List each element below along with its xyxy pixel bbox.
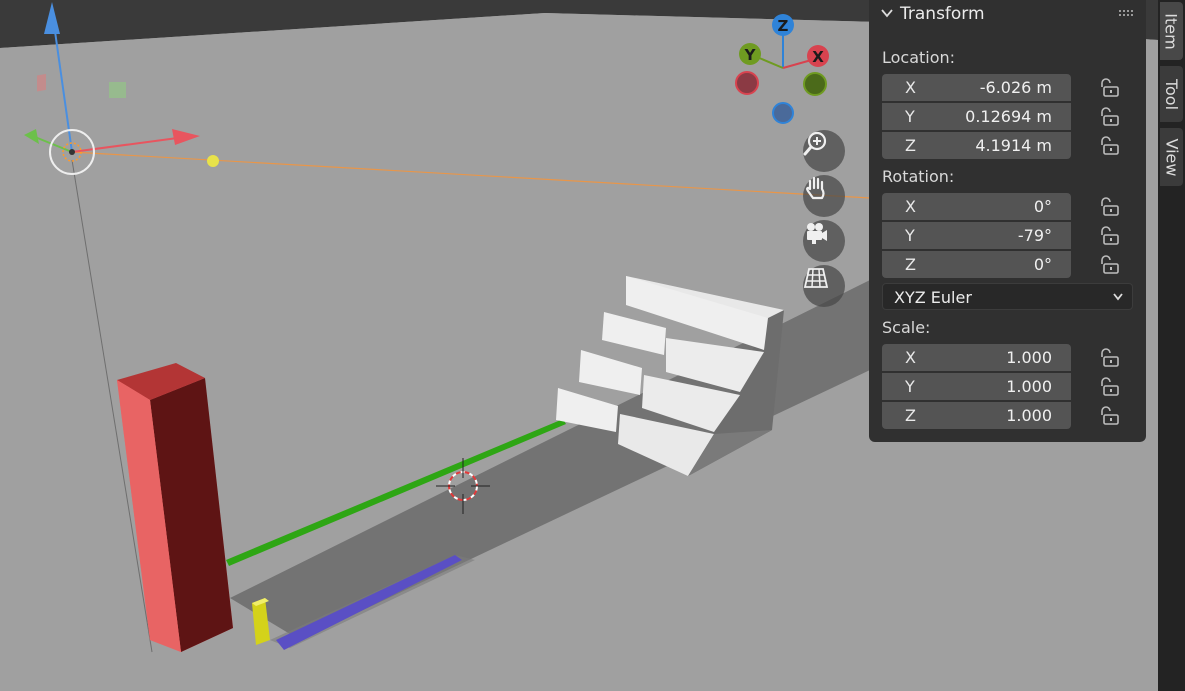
scale-x-field[interactable]: X 1.000 [882,344,1071,371]
location-z-axis: Z [905,136,916,155]
rotation-label: Rotation: [882,167,955,186]
gizmo-x-negative[interactable] [735,71,759,95]
lock-icon[interactable] [1097,225,1119,247]
rotation-z-value: 0° [1033,255,1052,274]
location-y-axis: Y [905,107,915,126]
hand-icon [806,176,825,200]
panel-title: Transform [900,4,985,24]
gizmo-z-negative[interactable] [772,102,794,124]
scale-y-value: 1.000 [1006,377,1052,396]
rotation-x-value: 0° [1033,197,1052,216]
location-x-axis: X [905,78,916,97]
gizmo-y-negative[interactable] [803,72,827,96]
grid-icon [803,268,829,288]
camera-view-button[interactable] [803,220,845,262]
scale-label: Scale: [882,318,931,337]
rotation-z-axis: Z [905,255,916,274]
scale-z-axis: Z [905,406,916,425]
chevron-down-icon [1113,293,1123,301]
transform-panel-header[interactable]: Transform [869,0,1146,30]
lock-icon[interactable] [1097,405,1119,427]
location-x-value: -6.026 m [979,78,1052,97]
scale-y-axis: Y [905,377,915,396]
light-plane-handle-green[interactable] [109,82,126,98]
zoom-button[interactable] [803,130,845,172]
location-y-value: 0.12694 m [965,107,1052,126]
rotation-mode-select[interactable]: XYZ Euler [882,283,1133,310]
scale-y-field[interactable]: Y 1.000 [882,373,1071,400]
rotation-mode-value: XYZ Euler [894,288,972,307]
zoom-in-icon [803,131,827,156]
transform-panel: Transform Location: X -6.026 m Y 0.12694… [869,0,1146,442]
rotation-z-field[interactable]: Z 0° [882,251,1071,278]
gizmo-z-label: Z [778,17,789,35]
location-z-field[interactable]: Z 4.1914 m [882,132,1071,159]
tab-tool-label: Tool [1162,78,1182,110]
lock-icon[interactable] [1097,106,1119,128]
lock-icon[interactable] [1097,347,1119,369]
camera-icon [807,223,827,244]
tab-view-label: View [1162,138,1181,176]
scale-z-field[interactable]: Z 1.000 [882,402,1071,429]
rotation-y-axis: Y [905,226,915,245]
ortho-toggle-button[interactable] [803,265,845,307]
rotation-x-field[interactable]: X 0° [882,193,1071,220]
drag-grip-icon[interactable] [1119,10,1135,18]
sidebar-tabs: Item Tool View [1158,0,1185,691]
light-target-handle[interactable] [207,155,219,167]
scale-x-value: 1.000 [1006,348,1052,367]
gizmo-x-label: X [812,48,824,66]
scale-z-value: 1.000 [1006,406,1052,425]
location-z-value: 4.1914 m [975,136,1052,155]
pan-button[interactable] [803,175,845,217]
tab-item[interactable]: Item [1160,2,1183,60]
location-label: Location: [882,48,956,67]
lock-icon[interactable] [1097,77,1119,99]
lock-icon[interactable] [1097,376,1119,398]
tab-view[interactable]: View [1160,128,1183,186]
chevron-down-icon[interactable] [881,8,893,18]
rotation-x-axis: X [905,197,916,216]
scale-x-axis: X [905,348,916,367]
tab-item-label: Item [1162,12,1182,50]
light-origin [69,149,75,155]
tab-tool[interactable]: Tool [1160,66,1183,122]
lock-icon[interactable] [1097,254,1119,276]
location-y-field[interactable]: Y 0.12694 m [882,103,1071,130]
light-plane-handle-red[interactable] [37,73,46,92]
gizmo-y-label: Y [744,46,757,64]
lock-icon[interactable] [1097,196,1119,218]
rotation-y-value: -79° [1017,226,1052,245]
location-x-field[interactable]: X -6.026 m [882,74,1071,101]
rotation-y-field[interactable]: Y -79° [882,222,1071,249]
lock-icon[interactable] [1097,135,1119,157]
